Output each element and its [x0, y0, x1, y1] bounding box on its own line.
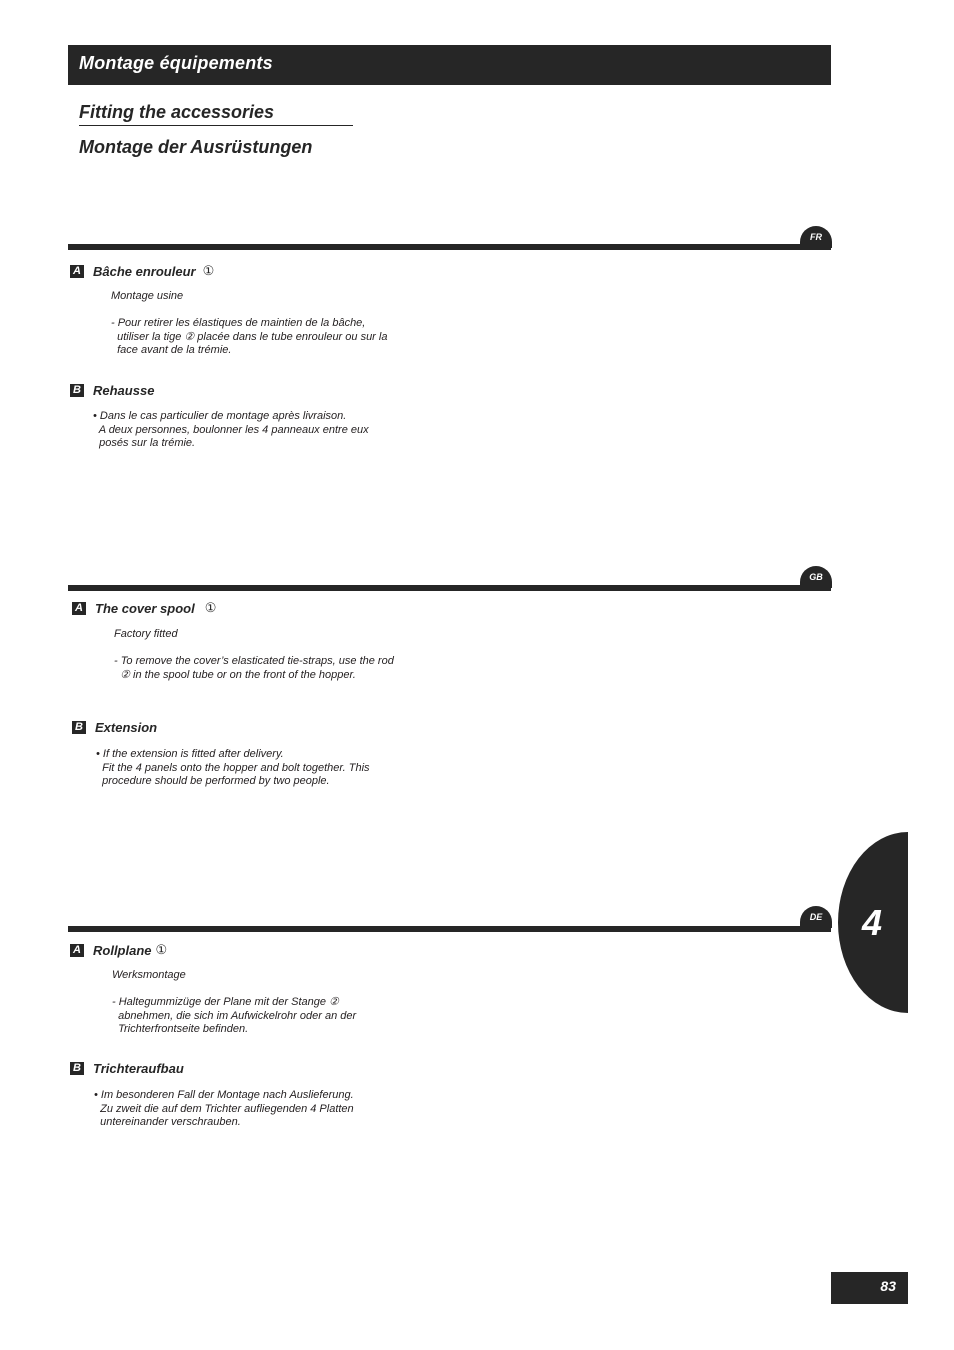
heading-fr-a: A Bâche enrouleur ①: [70, 263, 214, 279]
letter-badge: B: [70, 1062, 84, 1075]
heading-title: Bâche enrouleur: [93, 263, 196, 279]
heading-title: The cover spool: [95, 600, 195, 616]
intro-text: Montage usine: [111, 290, 184, 302]
heading-fr-b: B Rehausse: [70, 383, 154, 398]
heading-gb-a: A The cover spool ①: [72, 600, 216, 616]
subtitle-underline: [79, 125, 353, 126]
intro-text: Werksmontage: [112, 969, 186, 981]
letter-badge: B: [70, 384, 84, 397]
intro-text: Factory fitted: [114, 628, 178, 640]
subtitle-english: Fitting the accessories: [79, 102, 275, 122]
instruction-text: • Dans le cas particulier de montage apr…: [93, 410, 369, 449]
reference-number: ①: [204, 600, 217, 615]
letter-badge: A: [70, 943, 84, 957]
instruction-text: - Pour retirer les élastiques de maintie…: [111, 317, 388, 356]
instruction-text: • Im besonderen Fall der Montage nach Au…: [94, 1089, 354, 1128]
instruction-text: - To remove the cover’s elasticated tie-…: [114, 655, 394, 681]
title-bar: Montage équipements: [68, 45, 831, 85]
chapter-tab: 4: [838, 832, 908, 1013]
heading-de-b: B Trichteraufbau: [70, 1061, 184, 1076]
heading-title: Rollplane: [93, 942, 152, 958]
section-divider-gb: [68, 585, 831, 591]
heading-gb-b: B Extension: [72, 720, 157, 735]
heading-title: Trichteraufbau: [93, 1061, 184, 1076]
heading-de-a: A Rollplane ①: [70, 942, 167, 958]
section-divider-fr: [68, 244, 831, 250]
instruction-text: - Haltegummizüge der Plane mit der Stang…: [112, 996, 357, 1035]
letter-badge: A: [70, 264, 84, 278]
chapter-number: 4: [862, 902, 883, 943]
subtitle-german: Montage der Ausrüstungen: [79, 137, 313, 157]
section-divider-de: [68, 926, 831, 932]
heading-title: Extension: [95, 720, 158, 735]
letter-badge: A: [72, 601, 86, 615]
page-number: 83: [831, 1272, 908, 1304]
language-tab-de: DE: [800, 906, 832, 928]
heading-title: Rehausse: [93, 383, 155, 398]
reference-number: ①: [202, 263, 215, 278]
letter-badge: B: [72, 721, 86, 734]
page-title: Montage équipements: [79, 53, 273, 73]
instruction-text: • If the extension is fitted after deliv…: [96, 748, 370, 787]
reference-number: ①: [155, 942, 168, 957]
